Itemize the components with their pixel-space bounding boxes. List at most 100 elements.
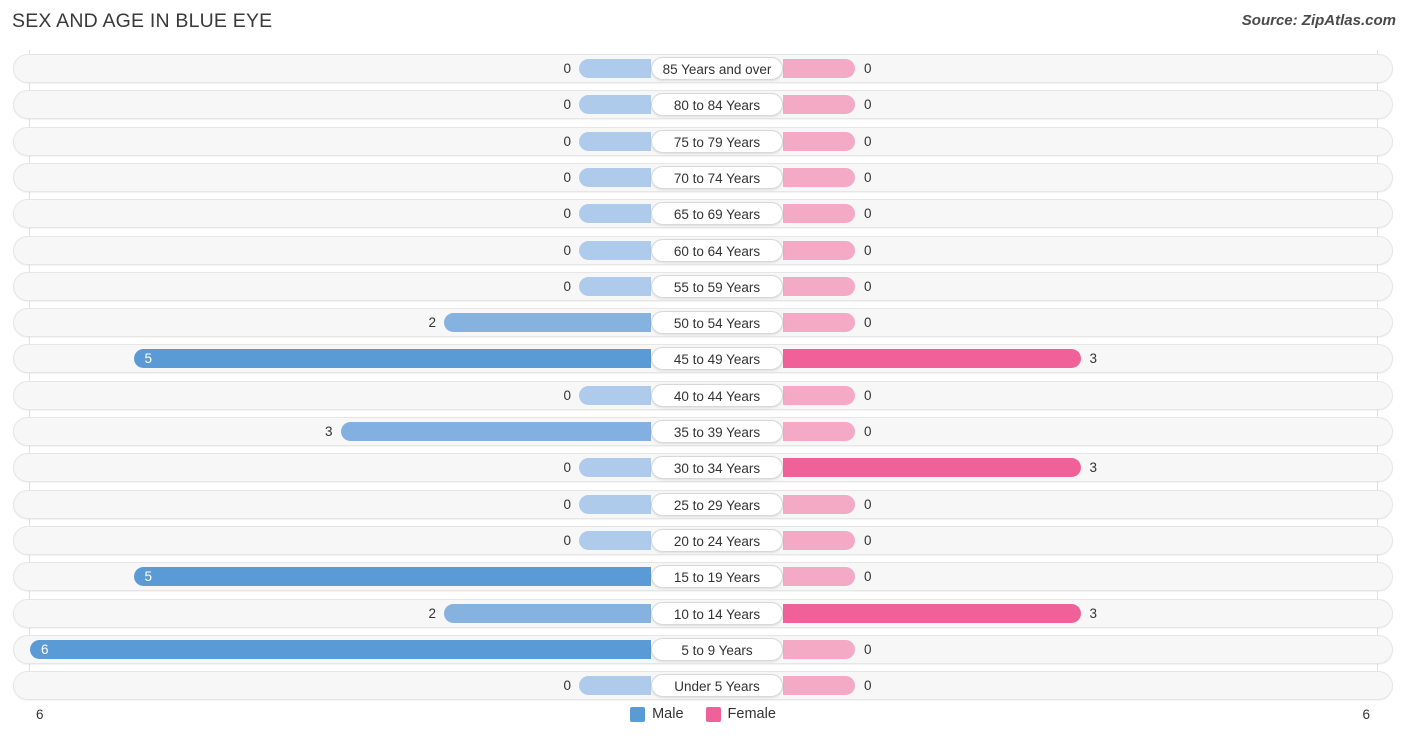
legend-item-female[interactable]: Female xyxy=(705,706,776,722)
value-label-male: 3 xyxy=(324,424,333,439)
bar-female[interactable] xyxy=(783,95,855,115)
bar-male[interactable] xyxy=(30,639,651,659)
bar-wrap: 0 0 75 to 79 Years xyxy=(14,128,1392,155)
age-row[interactable]: 0 0 85 Years and over xyxy=(13,54,1393,83)
age-row[interactable]: 0 0 70 to 74 Years xyxy=(13,162,1393,192)
source-attribution: Source: ZipAtlas.com xyxy=(1241,12,1396,29)
legend-swatch-female-icon xyxy=(705,706,721,722)
bar-female[interactable] xyxy=(783,59,855,78)
value-label-male: 0 xyxy=(563,97,571,113)
bar-female[interactable] xyxy=(783,385,855,405)
age-group-label: 30 to 34 Years xyxy=(651,456,783,480)
age-group-label: 55 to 59 Years xyxy=(651,274,783,298)
age-row[interactable]: 0 0 75 to 79 Years xyxy=(13,126,1393,156)
age-row[interactable]: 2 3 10 to 14 Years xyxy=(13,598,1393,628)
bar-female[interactable] xyxy=(783,240,855,260)
bar-female[interactable] xyxy=(783,131,855,151)
age-group-label: 70 to 74 Years xyxy=(651,165,783,189)
value-label-female: 0 xyxy=(864,678,872,694)
age-row[interactable]: 6 0 5 to 9 Years xyxy=(13,634,1393,664)
value-label-female: 0 xyxy=(864,169,872,185)
value-label-male: 6 xyxy=(41,641,49,657)
bar-female[interactable] xyxy=(783,567,855,587)
value-label-female: 3 xyxy=(1089,605,1098,621)
age-group-label: 20 to 24 Years xyxy=(651,528,783,552)
bar-male[interactable] xyxy=(579,676,651,696)
value-label-female: 0 xyxy=(864,278,872,294)
bar-wrap: 2 0 50 to 54 Years xyxy=(14,309,1392,336)
bar-male[interactable] xyxy=(579,167,651,187)
age-row[interactable]: 0 0 40 to 44 Years xyxy=(13,380,1393,410)
value-label-male: 0 xyxy=(563,206,571,222)
bar-wrap: 5 3 45 to 49 Years xyxy=(14,345,1392,372)
legend-swatch-male-icon xyxy=(630,706,646,722)
age-group-label: 60 to 64 Years xyxy=(651,238,783,262)
bar-male[interactable] xyxy=(579,276,651,296)
value-label-female: 0 xyxy=(864,242,872,258)
bar-male[interactable] xyxy=(579,494,651,514)
bar-male[interactable] xyxy=(444,603,651,623)
bar-female[interactable] xyxy=(783,676,855,696)
bar-female[interactable] xyxy=(783,458,1081,478)
bar-wrap: 0 0 Under 5 Years xyxy=(14,672,1392,699)
age-group-label: Under 5 Years xyxy=(651,674,783,698)
age-row[interactable]: 0 0 Under 5 Years xyxy=(13,671,1393,701)
age-row[interactable]: 5 3 45 to 49 Years xyxy=(13,344,1393,374)
bar-female[interactable] xyxy=(783,349,1081,369)
bar-male[interactable] xyxy=(579,458,651,478)
age-group-label: 75 to 79 Years xyxy=(651,129,783,153)
page-title: SEX AND AGE IN BLUE EYE xyxy=(12,10,273,32)
age-group-label: 45 to 49 Years xyxy=(651,347,783,371)
bar-female[interactable] xyxy=(783,313,855,333)
value-label-female: 3 xyxy=(1089,460,1098,476)
age-row[interactable]: 2 0 50 to 54 Years xyxy=(13,308,1393,338)
value-label-female: 0 xyxy=(864,424,872,439)
bar-male[interactable] xyxy=(579,95,651,115)
bar-male[interactable] xyxy=(133,349,651,369)
chart-footer: 6 6 Male Female xyxy=(0,702,1406,740)
bar-female[interactable] xyxy=(783,530,855,550)
bar-male[interactable] xyxy=(340,422,651,441)
age-row[interactable]: 0 0 80 to 84 Years xyxy=(13,90,1393,120)
value-label-female: 0 xyxy=(864,206,872,222)
age-group-label: 50 to 54 Years xyxy=(651,311,783,335)
value-label-male: 5 xyxy=(144,569,153,585)
bar-male[interactable] xyxy=(579,240,651,260)
bar-male[interactable] xyxy=(579,59,651,78)
value-label-male: 2 xyxy=(428,315,436,331)
bar-male[interactable] xyxy=(579,530,651,550)
legend-item-male[interactable]: Male xyxy=(630,706,684,722)
age-group-label: 40 to 44 Years xyxy=(651,383,783,407)
bar-male[interactable] xyxy=(133,567,651,587)
age-row[interactable]: 0 0 25 to 29 Years xyxy=(13,489,1393,519)
bar-female[interactable] xyxy=(783,204,855,224)
value-label-male: 0 xyxy=(563,278,571,294)
age-group-label: 35 to 39 Years xyxy=(651,420,783,443)
bar-female[interactable] xyxy=(783,639,855,659)
legend-label-female: Female xyxy=(727,706,776,722)
bar-male[interactable] xyxy=(579,204,651,224)
bar-wrap: 3 0 35 to 39 Years xyxy=(14,418,1392,445)
bar-male[interactable] xyxy=(579,131,651,151)
bar-wrap: 0 0 60 to 64 Years xyxy=(14,237,1392,264)
value-label-male: 5 xyxy=(144,351,153,367)
bar-wrap: 0 0 20 to 24 Years xyxy=(14,527,1392,554)
age-row[interactable]: 5 0 15 to 19 Years xyxy=(13,562,1393,592)
chart-legend: Male Female xyxy=(0,706,1406,722)
bar-female[interactable] xyxy=(783,422,855,441)
bar-male[interactable] xyxy=(444,313,651,333)
age-row[interactable]: 0 3 30 to 34 Years xyxy=(13,453,1393,483)
bar-wrap: 0 0 65 to 69 Years xyxy=(14,200,1392,227)
value-label-male: 0 xyxy=(563,532,571,548)
age-row[interactable]: 0 0 60 to 64 Years xyxy=(13,235,1393,265)
bar-female[interactable] xyxy=(783,167,855,187)
value-label-male: 0 xyxy=(563,678,571,694)
age-row[interactable]: 0 0 65 to 69 Years xyxy=(13,199,1393,229)
bar-female[interactable] xyxy=(783,276,855,296)
age-row[interactable]: 0 0 20 to 24 Years xyxy=(13,525,1393,555)
age-row[interactable]: 3 0 35 to 39 Years xyxy=(13,417,1393,446)
age-row[interactable]: 0 0 55 to 59 Years xyxy=(13,271,1393,301)
bar-male[interactable] xyxy=(579,385,651,405)
bar-female[interactable] xyxy=(783,603,1081,623)
bar-female[interactable] xyxy=(783,494,855,514)
